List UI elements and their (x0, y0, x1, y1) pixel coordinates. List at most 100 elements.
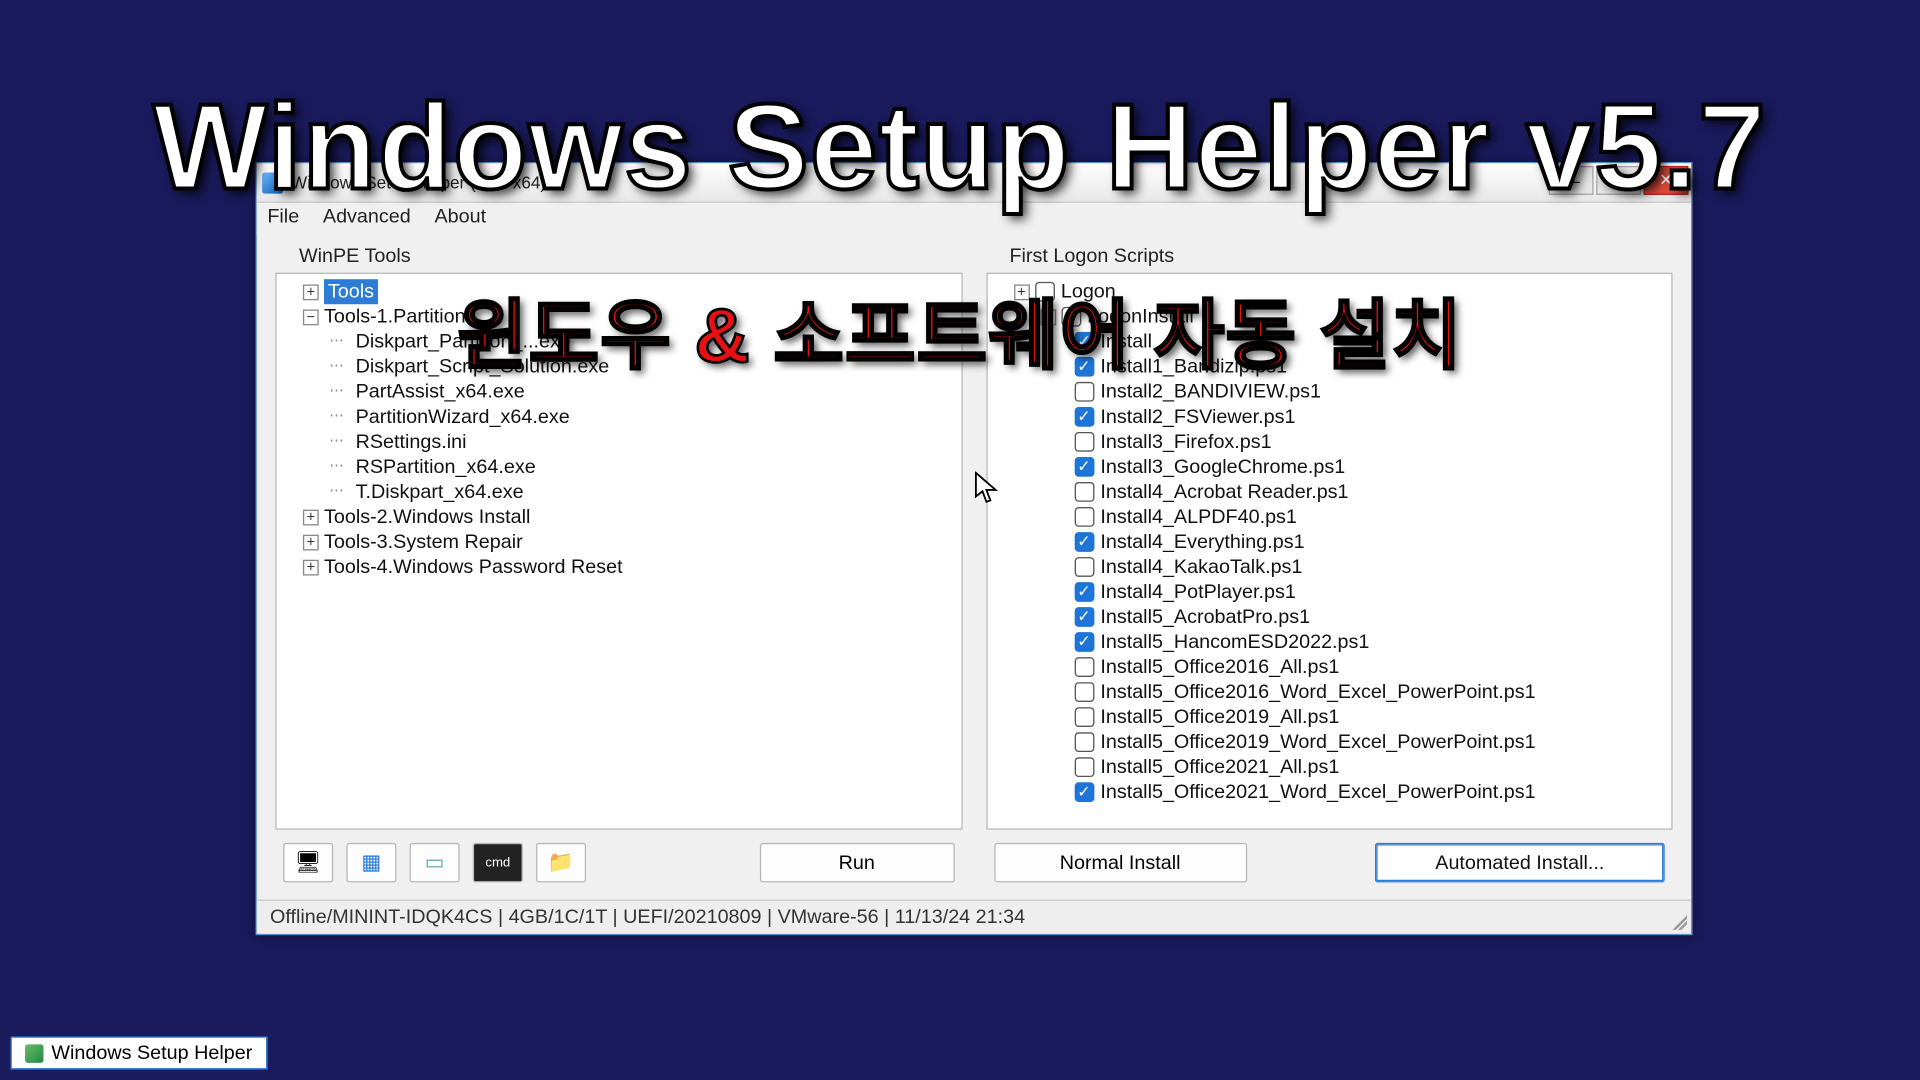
checkbox[interactable] (1061, 307, 1081, 327)
menu-file[interactable]: File (267, 205, 299, 231)
tree-node-partition[interactable]: −Tools-1.Partition (284, 304, 952, 329)
checkbox[interactable] (1074, 657, 1094, 677)
tree-node-tools[interactable]: +Tools (284, 279, 952, 304)
tool-grid-icon[interactable]: ▦ (346, 843, 396, 883)
run-button[interactable]: Run (759, 843, 954, 883)
statusbar: Offline/MININT-IDQK4CS | 4GB/1C/1T | UEF… (257, 900, 1691, 934)
checkbox[interactable] (1074, 457, 1094, 477)
tool-window-icon[interactable]: ▭ (410, 843, 460, 883)
checkbox[interactable] (1074, 357, 1094, 377)
script-item[interactable]: Install4_PotPlayer.ps1 (995, 579, 1663, 604)
script-item-label: Install5_Office2016_All.ps1 (1100, 655, 1339, 680)
expand-icon[interactable]: + (303, 284, 319, 300)
checkbox[interactable] (1035, 282, 1055, 302)
script-item[interactable]: Install5_Office2019_All.ps1 (995, 705, 1663, 730)
right-toolbar: Normal Install Automated Install... (986, 830, 1673, 883)
left-toolbar: 🖥 ▦ ▭ cmd 📁 Run (275, 830, 962, 883)
checkbox[interactable] (1074, 557, 1094, 577)
script-item[interactable]: Install1_Bandizip.ps1 (995, 354, 1663, 379)
script-item-label: Install4_Acrobat Reader.ps1 (1100, 479, 1348, 504)
collapse-icon[interactable]: − (303, 309, 319, 325)
maximize-button[interactable]: ▢ (1596, 166, 1641, 195)
script-item[interactable]: Install3_Firefox.ps1 (995, 429, 1663, 454)
script-item-label: Install5_HancomESD2022.ps1 (1100, 630, 1369, 655)
expand-icon[interactable]: + (303, 534, 319, 550)
tree-item[interactable]: ⋯Diskpart_Partition_...exe (284, 329, 952, 354)
script-item-label: Install5_Office2021_Word_Excel_PowerPoin… (1100, 780, 1535, 805)
taskbar-item[interactable]: Windows Setup Helper (11, 1036, 267, 1069)
first-logon-panel: First Logon Scripts +Logon −LogonInstall… (986, 242, 1673, 882)
script-item[interactable]: Install2_BANDIVIEW.ps1 (995, 379, 1663, 404)
script-item-label: Install5_Office2016_Word_Excel_PowerPoin… (1100, 680, 1535, 705)
minimize-button[interactable]: — (1549, 166, 1594, 195)
winpe-tools-tree[interactable]: +Tools −Tools-1.Partition ⋯Diskpart_Part… (275, 273, 962, 830)
normal-install-button[interactable]: Normal Install (994, 843, 1247, 883)
script-item[interactable]: Install5_HancomESD2022.ps1 (995, 630, 1663, 655)
script-item[interactable]: Install5_Office2021_Word_Excel_PowerPoin… (995, 780, 1663, 805)
tree-node-logon[interactable]: +Logon (995, 279, 1663, 304)
checkbox[interactable] (1074, 607, 1094, 627)
resize-grip-icon[interactable] (1669, 911, 1687, 929)
tree-node-system-repair[interactable]: +Tools-3.System Repair (284, 529, 952, 554)
checkbox[interactable] (1074, 332, 1094, 352)
titlebar: Windows Setup Helper (v5.7 x64) — ▢ ✕ (257, 163, 1691, 203)
script-item[interactable]: Install4_KakaoTalk.ps1 (995, 554, 1663, 579)
checkbox[interactable] (1074, 432, 1094, 452)
taskbar-app-icon (25, 1044, 43, 1062)
tool-cmd-icon[interactable]: cmd (473, 843, 523, 883)
menu-advanced[interactable]: Advanced (323, 205, 411, 231)
checkbox[interactable] (1074, 732, 1094, 752)
expand-icon[interactable]: + (1013, 284, 1029, 300)
window-title: Windows Setup Helper (v5.7 x64) (291, 173, 546, 193)
tree-item[interactable]: ⋯Diskpart_Script_Solution.exe (284, 354, 952, 379)
expand-icon[interactable]: + (303, 559, 319, 575)
script-item-label: Install5_Office2019_Word_Excel_PowerPoin… (1100, 730, 1535, 755)
menu-about[interactable]: About (434, 205, 486, 231)
checkbox[interactable] (1074, 382, 1094, 402)
taskbar-item-label: Windows Setup Helper (51, 1042, 252, 1064)
automated-install-button[interactable]: Automated Install... (1375, 843, 1665, 883)
script-item[interactable]: Install5_Office2021_All.ps1 (995, 755, 1663, 780)
script-item-label: Install4_Everything.ps1 (1100, 529, 1304, 554)
checkbox[interactable] (1074, 582, 1094, 602)
collapse-icon[interactable]: − (1040, 309, 1056, 325)
tree-node-password-reset[interactable]: +Tools-4.Windows Password Reset (284, 554, 952, 579)
script-item[interactable]: Install5_AcrobatPro.ps1 (995, 605, 1663, 630)
checkbox[interactable] (1074, 407, 1094, 427)
taskbar: Windows Setup Helper (11, 1036, 267, 1069)
script-item[interactable]: Install4_ALPDF40.ps1 (995, 504, 1663, 529)
script-item[interactable]: Install4_Acrobat Reader.ps1 (995, 479, 1663, 504)
tool-folder-icon[interactable]: 📁 (536, 843, 586, 883)
tree-item[interactable]: ⋯PartAssist_x64.exe (284, 379, 952, 404)
script-item[interactable]: Install5_Office2016_Word_Excel_PowerPoin… (995, 680, 1663, 705)
script-item[interactable]: Install2_FSViewer.ps1 (995, 404, 1663, 429)
checkbox[interactable] (1074, 682, 1094, 702)
tree-node-install[interactable]: Install (995, 329, 1663, 354)
script-item-label: Install2_FSViewer.ps1 (1100, 404, 1295, 429)
checkbox[interactable] (1074, 757, 1094, 777)
tree-node-windows-install[interactable]: +Tools-2.Windows Install (284, 504, 952, 529)
checkbox[interactable] (1074, 532, 1094, 552)
tree-node-logoninstall[interactable]: −LogonInstall (995, 304, 1663, 329)
checkbox[interactable] (1074, 707, 1094, 727)
script-item-label: Install4_ALPDF40.ps1 (1100, 504, 1297, 529)
script-item[interactable]: Install5_Office2016_All.ps1 (995, 655, 1663, 680)
first-logon-tree[interactable]: +Logon −LogonInstall Install Install1_Ba… (986, 273, 1673, 830)
tool-terminal-icon[interactable]: 🖥 (283, 843, 333, 883)
script-item-label: Install3_Firefox.ps1 (1100, 429, 1271, 454)
tree-item[interactable]: ⋯RSettings.ini (284, 429, 952, 454)
checkbox[interactable] (1074, 507, 1094, 527)
script-item-label: Install2_BANDIVIEW.ps1 (1100, 379, 1321, 404)
tree-item[interactable]: ⋯T.Diskpart_x64.exe (284, 479, 952, 504)
close-button[interactable]: ✕ (1644, 166, 1689, 195)
script-item[interactable]: Install4_Everything.ps1 (995, 529, 1663, 554)
expand-icon[interactable]: + (303, 509, 319, 525)
checkbox[interactable] (1074, 482, 1094, 502)
script-item[interactable]: Install3_GoogleChrome.ps1 (995, 454, 1663, 479)
script-item[interactable]: Install5_Office2019_Word_Excel_PowerPoin… (995, 730, 1663, 755)
checkbox[interactable] (1074, 782, 1094, 802)
tree-item[interactable]: ⋯PartitionWizard_x64.exe (284, 404, 952, 429)
checkbox[interactable] (1074, 632, 1094, 652)
tree-item[interactable]: ⋯RSPartition_x64.exe (284, 454, 952, 479)
status-text: Offline/MININT-IDQK4CS | 4GB/1C/1T | UEF… (270, 906, 1025, 928)
